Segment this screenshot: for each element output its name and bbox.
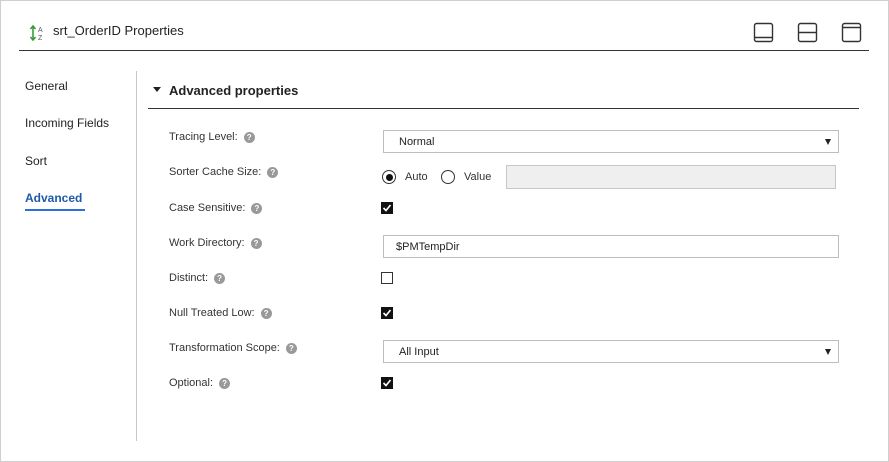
help-icon[interactable]: ?	[285, 343, 297, 354]
sorter-cache-size-label-text: Sorter Cache Size:	[169, 166, 262, 178]
panel-title: srt_OrderID Properties	[53, 23, 184, 38]
sort-az-icon: A Z	[29, 24, 47, 42]
transformation-scope-select[interactable]: All Input	[383, 340, 839, 363]
help-icon[interactable]: ?	[250, 238, 262, 249]
tracing-level-value: Normal	[399, 136, 435, 148]
help-icon[interactable]: ?	[219, 378, 231, 389]
side-nav: General Incoming Fields Sort Advanced	[1, 71, 137, 441]
tracing-level-label: Tracing Level:?	[169, 131, 255, 143]
advanced-properties-header[interactable]: Advanced properties	[148, 73, 859, 109]
work-directory-input[interactable]: $PMTempDir	[383, 235, 839, 258]
null-treated-low-label: Null Treated Low:?	[169, 307, 272, 319]
distinct-label-text: Distinct:	[169, 272, 209, 284]
help-icon[interactable]: ?	[260, 308, 272, 319]
checkmark-icon	[382, 309, 392, 317]
case-sensitive-label-text: Case Sensitive:	[169, 202, 246, 214]
caret-down-icon	[153, 87, 161, 92]
tracing-level-select[interactable]: Normal	[383, 130, 839, 153]
checkmark-icon	[382, 204, 392, 212]
null-treated-low-checkbox[interactable]	[381, 307, 393, 319]
tracing-level-label-text: Tracing Level:	[169, 131, 238, 143]
optional-label-text: Optional:	[169, 377, 214, 389]
help-icon[interactable]: ?	[267, 167, 279, 178]
case-sensitive-label: Case Sensitive:?	[169, 202, 263, 214]
svg-text:A: A	[38, 27, 43, 34]
transformation-scope-label-text: Transformation Scope:	[169, 342, 280, 354]
section-title: Advanced properties	[169, 83, 299, 98]
panel-header: A Z srt_OrderID Properties	[19, 15, 869, 51]
dropdown-arrow-icon	[825, 139, 831, 145]
distinct-checkbox[interactable]	[381, 272, 393, 284]
nav-item-advanced-label: Advanced	[25, 191, 83, 205]
work-directory-value: $PMTempDir	[396, 241, 460, 253]
split-horizontal-button[interactable]	[797, 22, 818, 43]
svg-text:Z: Z	[38, 35, 43, 42]
transformation-scope-label: Transformation Scope:?	[169, 342, 297, 354]
cache-size-auto-label: Auto	[405, 171, 428, 183]
nav-item-advanced[interactable]: Advanced	[25, 191, 85, 211]
optional-checkbox[interactable]	[381, 377, 393, 389]
cache-size-value-input	[506, 165, 836, 189]
checkmark-icon	[382, 379, 392, 387]
cache-size-auto-radio[interactable]	[382, 170, 396, 184]
sorter-cache-size-label: Sorter Cache Size:?	[169, 166, 279, 178]
work-directory-label: Work Directory:?	[169, 237, 262, 249]
dock-bottom-button[interactable]	[753, 22, 774, 43]
dock-bottom-icon	[753, 22, 774, 43]
help-icon[interactable]: ?	[214, 273, 226, 284]
properties-panel: A Z srt_OrderID Properties General Incom…	[0, 0, 889, 462]
help-icon[interactable]: ?	[243, 132, 255, 143]
maximize-icon	[841, 22, 862, 43]
maximize-button[interactable]	[841, 22, 862, 43]
nav-item-incoming-fields[interactable]: Incoming Fields	[25, 116, 109, 130]
work-directory-label-text: Work Directory:	[169, 237, 245, 249]
split-horizontal-icon	[797, 22, 818, 43]
cache-size-value-radio[interactable]	[441, 170, 455, 184]
cache-size-value-label: Value	[464, 171, 492, 183]
nav-item-sort[interactable]: Sort	[25, 154, 47, 168]
null-treated-low-label-text: Null Treated Low:	[169, 307, 255, 319]
nav-item-general[interactable]: General	[25, 79, 68, 93]
transformation-scope-value: All Input	[399, 346, 439, 358]
dropdown-arrow-icon	[825, 349, 831, 355]
distinct-label: Distinct:?	[169, 272, 226, 284]
help-icon[interactable]: ?	[251, 203, 263, 214]
active-nav-indicator	[25, 209, 85, 211]
optional-label: Optional:?	[169, 377, 231, 389]
case-sensitive-checkbox[interactable]	[381, 202, 393, 214]
